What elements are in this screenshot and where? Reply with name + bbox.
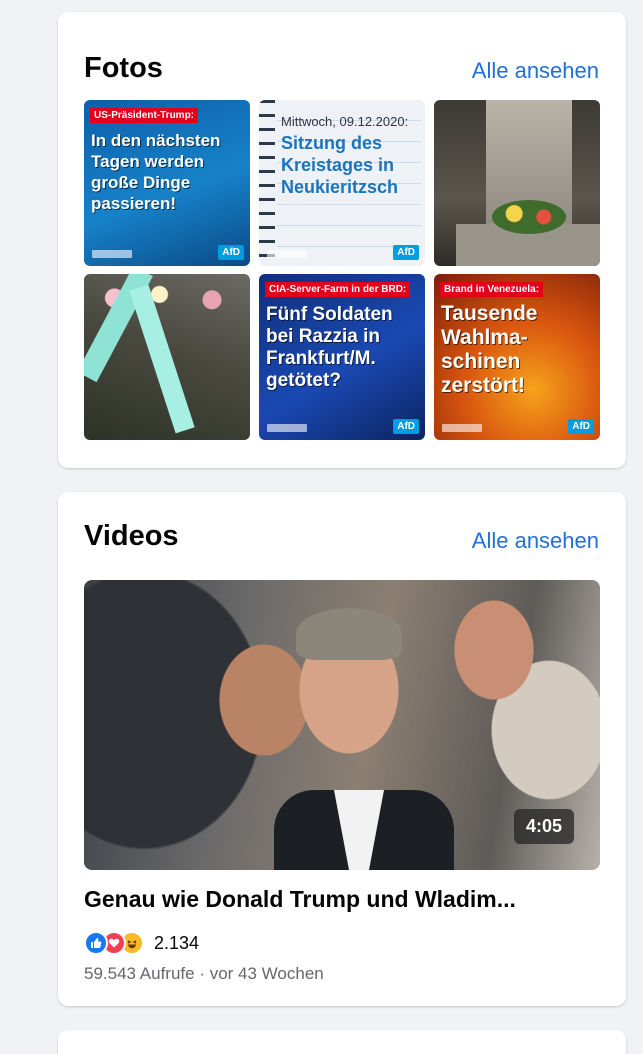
photo-tile[interactable]: Mittwoch, 09.12.2020: Sitzung des Kreist… <box>259 100 425 266</box>
photo-tag: US-Präsident-Trump: <box>90 108 199 123</box>
party-logo <box>267 424 307 432</box>
photo-headline: Sitzung des Kreistages in Neukieritzsch <box>281 133 399 197</box>
afd-badge: AfD <box>568 419 594 434</box>
video-meta: 59.543 Aufrufe · vor 43 Wochen <box>84 964 324 983</box>
photo-headline: Tausende Wahlma-schinen zerstört! <box>441 302 538 397</box>
photo-headline: Fünf Soldaten bei Razzia in Frankfurt/M.… <box>266 304 393 391</box>
like-icon <box>84 931 108 955</box>
party-logo <box>267 250 307 258</box>
video-duration: 4:05 <box>513 809 574 844</box>
photo-tile[interactable] <box>434 100 600 266</box>
notebook-binding <box>259 100 275 266</box>
reaction-summary[interactable]: 2.134 <box>84 930 199 956</box>
video-title[interactable]: Genau wie Donald Trump und Wladim... <box>84 886 600 913</box>
photos-card: Fotos Alle ansehen US-Präsident-Trump: I… <box>58 12 626 468</box>
reaction-count: 2.134 <box>154 932 200 953</box>
party-logo <box>92 250 132 258</box>
photo-tile[interactable] <box>84 274 250 440</box>
photo-date: Mittwoch, 09.12.2020: <box>281 114 409 129</box>
photo-tag: Brand in Venezuela: <box>440 282 544 297</box>
photo-headline: In den nächsten Tagen werden große Dinge… <box>91 131 221 213</box>
videos-title: Videos <box>84 520 179 552</box>
photo-tile[interactable]: Brand in Venezuela: Tausende Wahlma-schi… <box>434 274 600 440</box>
video-still-figure <box>296 608 402 660</box>
party-logo <box>442 424 482 432</box>
photos-title: Fotos <box>84 52 163 84</box>
afd-badge: AfD <box>218 245 244 260</box>
photo-tile[interactable]: CIA-Server-Farm in der BRD: Fünf Soldate… <box>259 274 425 440</box>
photo-tile[interactable]: US-Präsident-Trump: In den nächsten Tage… <box>84 100 250 266</box>
videos-card: Videos Alle ansehen 4:05 Genau wie Donal… <box>58 492 626 1006</box>
photo-grid: US-Präsident-Trump: In den nächsten Tage… <box>84 100 600 440</box>
video-thumbnail[interactable]: 4:05 <box>84 580 600 870</box>
photos-see-all-link[interactable]: Alle ansehen <box>472 58 599 84</box>
afd-badge: AfD <box>393 245 419 260</box>
next-card <box>58 1030 626 1054</box>
videos-see-all-link[interactable]: Alle ansehen <box>472 528 599 554</box>
photo-tag: CIA-Server-Farm in der BRD: <box>265 282 411 297</box>
wreath-image <box>492 200 566 234</box>
afd-badge: AfD <box>393 419 419 434</box>
